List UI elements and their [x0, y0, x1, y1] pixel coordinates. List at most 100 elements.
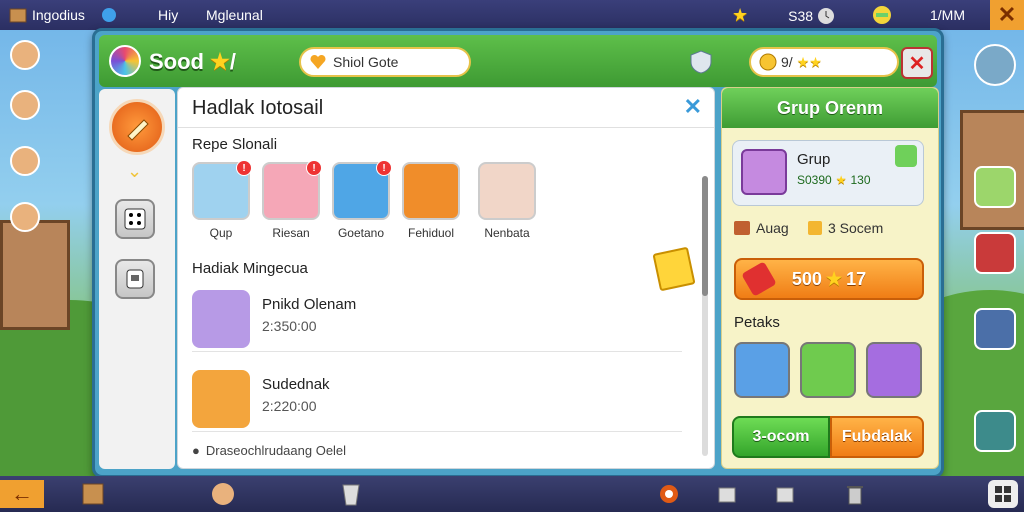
avatar	[10, 202, 40, 232]
item-card[interactable]	[478, 162, 536, 220]
section-title: Petaks	[734, 314, 780, 331]
item-tile[interactable]	[800, 342, 856, 398]
panel-header: Sood ★/ Shiol Gote 9/ ★★ ✕	[99, 35, 937, 87]
chevron-down-icon: ⌄	[127, 161, 143, 181]
item-image	[192, 370, 250, 428]
shield-icon[interactable]	[689, 49, 713, 75]
top-center-label: Mgleunal	[206, 7, 263, 23]
globe-button[interactable]	[974, 44, 1016, 86]
resource-1: Auag	[734, 220, 789, 236]
side-button[interactable]	[974, 166, 1016, 208]
offer-card[interactable]: Grup S0390 ★ 130	[732, 140, 924, 206]
section-title: Hadiak Mingecua	[192, 260, 308, 277]
badge-icon: !	[306, 160, 322, 176]
row-name: Pnikd Olenam	[262, 296, 357, 313]
footer-note: ● Draseochlrudaang Oelel	[192, 443, 347, 458]
friend-slot[interactable]	[6, 38, 50, 72]
leaf-icon	[895, 145, 917, 167]
friend-slot[interactable]	[6, 200, 50, 234]
box-icon	[8, 5, 28, 25]
star-icon: ★★	[796, 53, 822, 70]
offer-name: Grup	[797, 151, 831, 168]
friend-slot[interactable]	[6, 144, 50, 178]
scrollbar[interactable]	[702, 176, 708, 456]
tag-icon	[652, 246, 696, 292]
section-title: Repe Slonali	[192, 136, 278, 153]
item-card[interactable]	[402, 162, 460, 220]
left-toolbar: ⌄	[99, 89, 175, 469]
content-title: Hadlak Iotosail	[192, 97, 324, 119]
shop-panel: Sood ★/ Shiol Gote 9/ ★★ ✕ ⌄ Hadlak Ioto…	[92, 28, 944, 478]
buy-button[interactable]: 500 ★ 17	[734, 258, 924, 300]
currency-b: 1/MM	[872, 5, 965, 25]
clock-icon	[817, 7, 835, 25]
orange-button[interactable]: Fubdalak	[830, 416, 924, 458]
device-icon	[126, 269, 144, 289]
side-button[interactable]	[974, 232, 1016, 274]
tool-icon[interactable]	[712, 480, 742, 508]
target-icon[interactable]	[656, 480, 682, 508]
dice-button[interactable]	[115, 199, 155, 239]
star-icon: ★	[732, 5, 749, 25]
resource-2: 3 Socem	[808, 220, 883, 236]
search-text: Shiol Gote	[333, 54, 399, 70]
rocket-icon	[741, 261, 777, 297]
top-bar: Ingodius Hiy Mgleunal ★ S38 1/MM ✕	[0, 0, 1024, 30]
top-mid-label: Hiy	[158, 7, 179, 23]
gem-icon	[872, 5, 892, 25]
item-card[interactable]: !	[262, 160, 322, 220]
list-item[interactable]: Pnikd Olenam 2:350:00	[192, 286, 682, 352]
crate-icon[interactable]	[78, 480, 108, 508]
main-content: Hadlak Iotosail ✕ Repe Slonali ! Qup ! R…	[177, 87, 715, 469]
list-item[interactable]: Sudednak 2:220:00	[192, 366, 682, 432]
cup-icon[interactable]	[336, 480, 366, 508]
close-icon[interactable]: ✕	[684, 94, 702, 120]
item-tile[interactable]	[734, 342, 790, 398]
right-title: Grup Orenm	[722, 88, 938, 128]
info-icon: ●	[192, 443, 200, 458]
top-left-label: Ingodius	[32, 7, 85, 23]
right-panel: Grup Orenm Grup S0390 ★ 130 Auag 3 Socem 5…	[721, 87, 939, 469]
avatar	[10, 90, 40, 120]
heart-icon	[309, 53, 327, 71]
bottom-bar: ←	[0, 476, 1024, 512]
star-icon: ★	[210, 49, 230, 74]
row-subtext: 2:220:00	[262, 398, 317, 414]
row-name: Sudednak	[262, 376, 330, 393]
back-button[interactable]: ←	[0, 480, 44, 508]
chest-icon	[741, 149, 787, 195]
item-tile[interactable]	[866, 342, 922, 398]
side-button[interactable]	[974, 410, 1016, 452]
card-label: Nenbata	[484, 226, 530, 240]
trash-icon[interactable]	[842, 480, 868, 508]
friend-slot[interactable]	[6, 88, 50, 122]
close-button[interactable]: ✕	[990, 0, 1024, 30]
tool-icon[interactable]	[770, 480, 800, 508]
dice-icon	[124, 208, 146, 230]
green-button[interactable]: 3-ocom	[732, 416, 830, 458]
game-logo-icon	[109, 45, 141, 77]
avatar[interactable]	[208, 480, 238, 508]
card-label: Goetano	[337, 226, 385, 240]
item-card[interactable]: !	[332, 160, 392, 220]
broom-icon	[127, 119, 149, 141]
close-button[interactable]: ✕	[901, 47, 933, 79]
item-card[interactable]: !	[192, 160, 252, 220]
search-input[interactable]: Shiol Gote	[299, 47, 471, 77]
menu-icon[interactable]	[988, 480, 1018, 508]
badge-icon: !	[376, 160, 392, 176]
currency-box[interactable]: 9/ ★★	[749, 47, 899, 77]
panel-title: Sood ★/	[149, 49, 236, 74]
coin-icon	[759, 53, 777, 71]
badge-icon: !	[236, 160, 252, 176]
card-label: Riesan	[272, 226, 310, 240]
side-button[interactable]	[974, 308, 1016, 350]
card-label: Qup	[209, 226, 233, 240]
settings-button[interactable]	[115, 259, 155, 299]
currency-a: ★ S38	[732, 5, 835, 26]
avatar	[10, 146, 40, 176]
top-left-group[interactable]: Ingodius	[8, 5, 117, 25]
broom-button[interactable]	[109, 99, 165, 155]
currency-a-value: S38	[788, 7, 814, 24]
avatar	[10, 40, 40, 70]
